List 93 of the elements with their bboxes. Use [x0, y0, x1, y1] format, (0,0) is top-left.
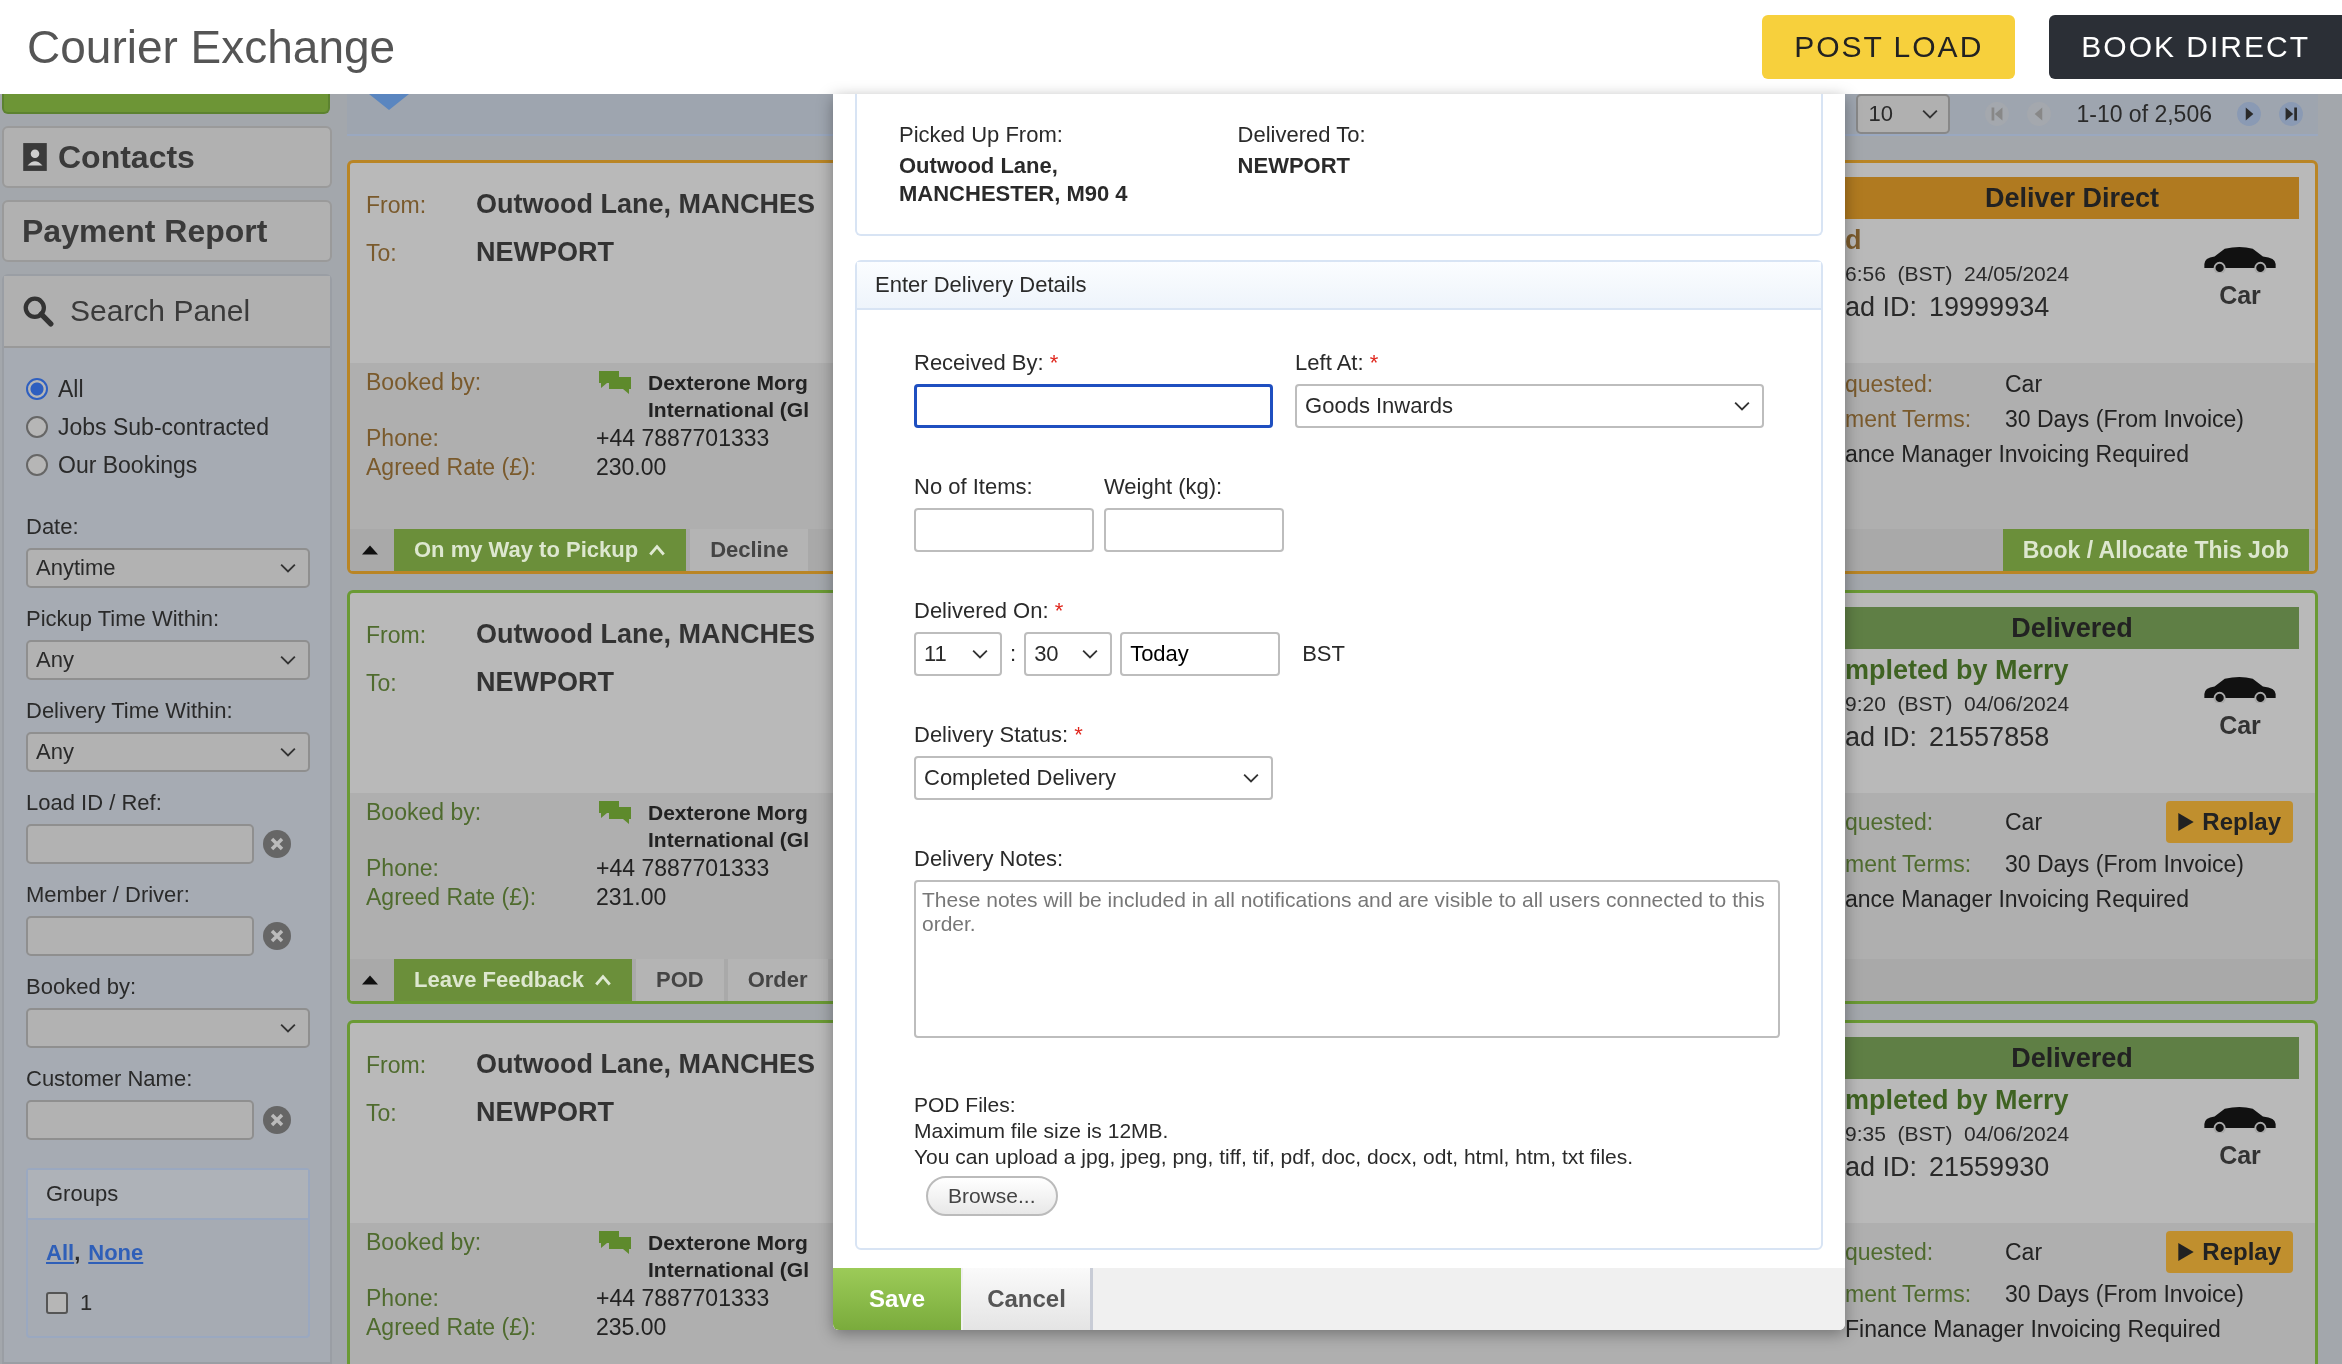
field-label: From:: [366, 1052, 428, 1079]
invoice-note: ance Manager Invoicing Required: [1845, 886, 2190, 913]
agreed-rate: 235.00: [596, 1314, 668, 1341]
phone-number: +44 7887701333: [596, 425, 771, 452]
status-banner: Delivered: [1845, 607, 2299, 649]
field-label: No of Items:: [914, 474, 1034, 500]
pickup-address: Outwood Lane, MANCHESTER, M90 4: [899, 152, 1128, 208]
field-label: Left At: *: [1295, 350, 1380, 376]
time-separator: :: [1010, 641, 1017, 667]
job-time: 9:20 (BST) 04/06/2024: [1845, 692, 2070, 716]
field-label: Delivery Notes:: [914, 846, 1065, 872]
phone-number: +44 7887701333: [596, 855, 771, 882]
vehicle-label: Car: [2219, 711, 2261, 740]
field-label: Agreed Rate (£):: [366, 884, 538, 911]
field-label: Delivered To:: [1237, 122, 1366, 148]
pickup-address: Outwood Lane, MANCHES: [476, 1049, 815, 1080]
field-label: quested:: [1845, 808, 1935, 836]
separator: ,: [74, 1240, 81, 1266]
field-label: Agreed Rate (£):: [366, 1314, 538, 1341]
field-label: ment Terms:: [1845, 851, 1973, 878]
field-label: Delivery Time Within:: [26, 698, 234, 724]
job-headline: d: [1845, 225, 1863, 256]
field-label: ment Terms:: [1845, 406, 1973, 433]
field-label: Agreed Rate (£):: [366, 454, 538, 481]
field-label: Booked by:: [366, 1229, 483, 1257]
page-range: 1-10 of 2,506: [2076, 100, 2212, 128]
load-id: 19999934: [1929, 292, 2050, 323]
pod-info-text: You can upload a jpg, jpeg, png, tiff, tif, pdf, doc, docx, odt, html, htm, txt files.: [914, 1144, 1635, 1170]
field-label: Picked Up From:: [899, 122, 1064, 148]
pod-info-text: Maximum file size is 12MB.: [914, 1118, 1170, 1144]
field-label: Delivery Status: *: [914, 722, 1084, 748]
payment-terms: 30 Days (From Invoice): [2005, 851, 2245, 878]
field-label: quested:: [1845, 371, 1935, 398]
field-label: To:: [366, 1100, 398, 1127]
job-headline: mpleted by Merry: [1845, 1085, 2070, 1116]
load-id: 21557858: [1929, 722, 2050, 753]
field-label: Booked by:: [366, 799, 483, 827]
delivery-address: NEWPORT: [476, 667, 614, 698]
field-label: Pickup Time Within:: [26, 606, 221, 632]
status-banner: Deliver Direct: [1845, 177, 2299, 219]
vehicle-label: Car: [2219, 281, 2261, 310]
field-label: Phone:: [366, 1285, 440, 1312]
field-label: Member / Driver:: [26, 882, 191, 908]
agreed-rate: 231.00: [596, 884, 668, 911]
delivery-address: NEWPORT: [1237, 152, 1352, 180]
invoice-note: Finance Manager Invoicing Required: [1845, 1316, 2222, 1343]
field-label: Booked by:: [366, 369, 483, 397]
delivery-address: NEWPORT: [476, 237, 614, 268]
field-label: To:: [366, 240, 398, 267]
field-label: Phone:: [366, 425, 440, 452]
checkbox-label: 1: [80, 1290, 93, 1316]
agreed-rate: 230.00: [596, 454, 668, 481]
panel-title: Enter Delivery Details: [875, 272, 1087, 298]
job-time: 9:35 (BST) 04/06/2024: [1845, 1122, 2070, 1146]
field-label: Customer Name:: [26, 1066, 194, 1092]
field-label: ment Terms:: [1845, 1281, 1973, 1308]
booker-name: Dexterone Morg International (Gl: [648, 800, 809, 853]
load-id: 21559930: [1929, 1152, 2050, 1183]
booker-name: Dexterone Morg International (Gl: [648, 1230, 809, 1283]
field-label: From:: [366, 192, 428, 219]
pod-info-text: POD Files:: [914, 1092, 1017, 1118]
site-title: Courier Exchange: [27, 20, 396, 74]
field-label: To:: [366, 670, 398, 697]
payment-terms: 30 Days (From Invoice): [2005, 1281, 2245, 1308]
field-label: Received By: *: [914, 350, 1060, 376]
delivery-address: NEWPORT: [476, 1097, 614, 1128]
requested-vehicle: Car: [2005, 808, 2044, 836]
job-headline: mpleted by Merry: [1845, 655, 2070, 686]
field-label: Load ID / Ref:: [26, 790, 163, 816]
field-label: From:: [366, 622, 428, 649]
vehicle-label: Car: [2219, 1141, 2261, 1170]
time-zone: BST: [1302, 641, 1345, 667]
job-time: 6:56 (BST) 24/05/2024: [1845, 262, 2070, 286]
field-label: Weight (kg):: [1104, 474, 1224, 500]
invoice-note: ance Manager Invoicing Required: [1845, 441, 2190, 468]
groups-header: Groups: [28, 1170, 308, 1220]
field-label: Booked by:: [26, 974, 138, 1000]
field-label: quested:: [1845, 1238, 1935, 1266]
phone-number: +44 7887701333: [596, 1285, 771, 1312]
booker-name: Dexterone Morg International (Gl: [648, 370, 809, 423]
requested-vehicle: Car: [2005, 1238, 2044, 1266]
field-label: Delivered On: *: [914, 598, 1065, 624]
status-banner: Delivered: [1845, 1037, 2299, 1079]
field-label: Phone:: [366, 855, 440, 882]
payment-terms: 30 Days (From Invoice): [2005, 406, 2245, 433]
pickup-address: Outwood Lane, MANCHES: [476, 189, 815, 220]
field-label: ad ID:: [1845, 292, 1918, 323]
field-label: ad ID:: [1845, 1152, 1918, 1183]
panel-title: Search Panel: [70, 294, 251, 328]
field-label: ad ID:: [1845, 722, 1918, 753]
requested-vehicle: Car: [2005, 371, 2044, 398]
pickup-address: Outwood Lane, MANCHES: [476, 619, 815, 650]
field-label: Date:: [26, 514, 80, 540]
